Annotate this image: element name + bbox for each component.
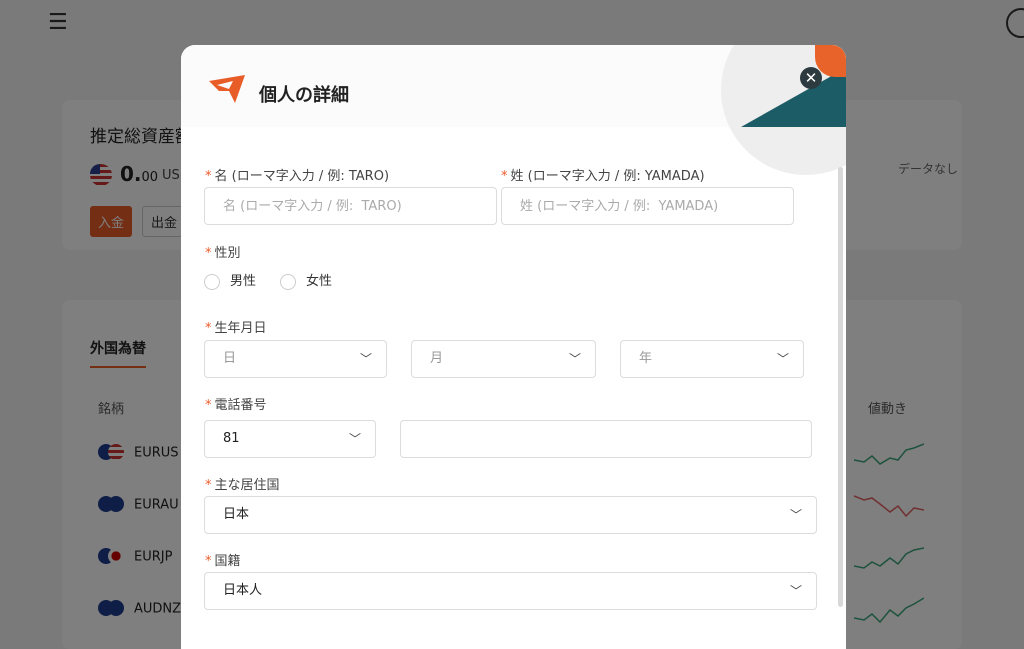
chevron-down-icon: ﹀ xyxy=(789,508,802,522)
required-mark: * xyxy=(205,554,212,569)
required-mark: * xyxy=(205,478,212,493)
phone-label-text: 電話番号 xyxy=(214,398,267,413)
country-code-value: 81 xyxy=(223,431,240,446)
nationality-label: * 国籍 xyxy=(205,550,241,569)
close-icon[interactable]: ✕ xyxy=(800,67,822,89)
first-name-label-text: 名 (ローマ字入力 / 例: TARO) xyxy=(214,169,390,184)
residence-label-text: 主な居住国 xyxy=(214,478,280,493)
chevron-down-icon: ﹀ xyxy=(568,352,581,366)
modal-scrollbar[interactable] xyxy=(838,167,843,607)
birth-month-select[interactable]: 月 ﹀ xyxy=(411,340,596,378)
chevron-down-icon: ﹀ xyxy=(348,432,361,446)
brand-logo-icon xyxy=(209,75,245,103)
phone-label: * 電話番号 xyxy=(205,394,267,413)
residence-label: * 主な居住国 xyxy=(205,474,280,493)
select-placeholder: 日 xyxy=(223,351,237,366)
chevron-down-icon: ﹀ xyxy=(789,584,802,598)
last-name-label: * 姓 (ローマ字入力 / 例: YAMADA) xyxy=(501,165,705,184)
gender-label: * 性別 xyxy=(205,242,241,261)
required-mark: * xyxy=(205,321,212,336)
modal-header: 個人の詳細 ✕ xyxy=(181,45,846,175)
residence-country-select[interactable]: 日本 ﹀ xyxy=(204,496,817,534)
nationality-select[interactable]: 日本人 ﹀ xyxy=(204,572,817,610)
modal-title: 個人の詳細 xyxy=(259,85,349,106)
residence-value: 日本 xyxy=(223,507,250,522)
birth-year-select[interactable]: 年 ﹀ xyxy=(620,340,804,378)
required-mark: * xyxy=(205,246,212,261)
required-mark: * xyxy=(205,169,212,184)
required-mark: * xyxy=(501,169,508,184)
radio-circle[interactable] xyxy=(204,273,220,290)
select-placeholder: 年 xyxy=(639,351,653,366)
gender-radio-male[interactable]: 男性 xyxy=(204,273,256,291)
radio-circle[interactable] xyxy=(280,273,296,290)
birthdate-label-text: 生年月日 xyxy=(214,321,267,336)
required-mark: * xyxy=(205,398,212,413)
nationality-label-text: 国籍 xyxy=(214,554,241,569)
radio-label: 女性 xyxy=(306,274,333,289)
chevron-down-icon: ﹀ xyxy=(776,352,789,366)
nationality-value: 日本人 xyxy=(223,583,263,598)
chevron-down-icon: ﹀ xyxy=(359,352,372,366)
radio-label: 男性 xyxy=(230,274,257,289)
first-name-label: * 名 (ローマ字入力 / 例: TARO) xyxy=(205,165,389,184)
birthdate-label: * 生年月日 xyxy=(205,317,267,336)
country-code-select[interactable]: 81 ﹀ xyxy=(204,420,376,458)
birth-day-select[interactable]: 日 ﹀ xyxy=(204,340,387,378)
select-placeholder: 月 xyxy=(430,351,444,366)
phone-number-input[interactable] xyxy=(400,420,812,458)
last-name-label-text: 姓 (ローマ字入力 / 例: YAMADA) xyxy=(510,169,705,184)
first-name-input[interactable] xyxy=(204,187,497,225)
last-name-input[interactable] xyxy=(501,187,794,225)
gender-label-text: 性別 xyxy=(214,246,241,261)
gender-radio-female[interactable]: 女性 xyxy=(280,273,332,291)
personal-details-modal: 個人の詳細 ✕ *名 (ローマ字入力 / 例: TARO) *姓 (ローマ字入力… xyxy=(181,45,846,649)
